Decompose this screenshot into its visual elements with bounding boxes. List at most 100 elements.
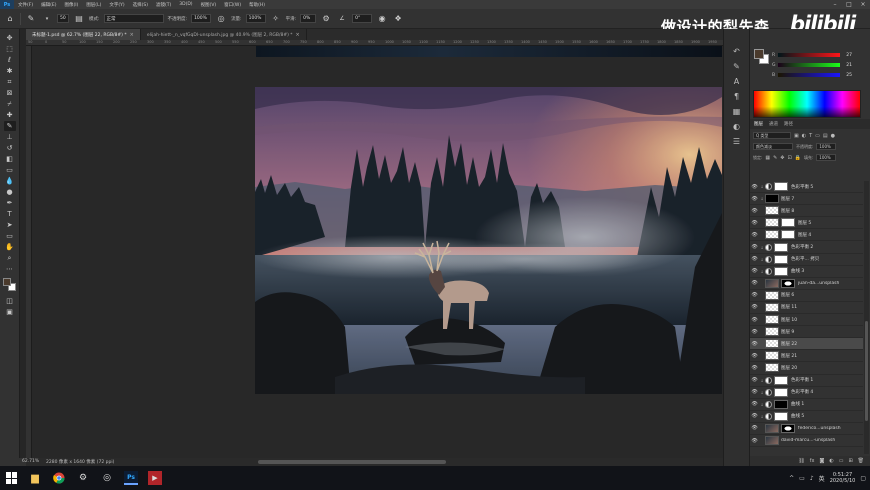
layer-name[interactable]: 图层 7 [781, 196, 794, 202]
photoshop-taskbar-icon[interactable]: Ps [124, 471, 138, 485]
layer-row[interactable]: 👁 图层 5 [750, 217, 863, 230]
menu-item[interactable]: 文件(F) [14, 2, 37, 8]
flow-field[interactable]: 100% [245, 14, 266, 23]
menu-item[interactable]: 图像(I) [60, 2, 82, 8]
marquee-tool-icon[interactable]: ⬚ [4, 44, 16, 54]
layer-name[interactable]: 图层 21 [781, 353, 797, 359]
layer-name[interactable]: 图层 8 [781, 208, 794, 214]
layer-name[interactable]: federico...unsplash [798, 426, 841, 431]
adjustment-layer-icon[interactable] [765, 255, 772, 263]
eye-icon[interactable]: 👁 [750, 292, 759, 298]
properties-icon[interactable]: ☰ [730, 135, 744, 147]
close-icon[interactable]: × [296, 32, 300, 38]
media-player-icon[interactable]: ▶ [148, 471, 162, 485]
foreground-color[interactable] [754, 49, 764, 59]
layer-row[interactable]: 👁 图层 10 [750, 314, 863, 327]
paragraph-icon[interactable]: ¶ [730, 90, 744, 102]
opacity-field[interactable]: 100% [191, 14, 212, 23]
add-mask-icon[interactable]: ◙ [819, 458, 824, 464]
color-spectrum[interactable] [753, 90, 861, 118]
red-slider[interactable]: R 27 [772, 51, 868, 59]
close-icon[interactable]: × [856, 0, 870, 9]
slider-value[interactable]: 21 [842, 63, 852, 68]
layers-list[interactable]: 👁 ↓ 色彩平衡 5 👁 ↓ 图层 7 👁 图层 8 👁 图层 5 👁 图层 4 👁 ↓ 色彩平衡 2 👁 ↓ 色… [750, 181, 863, 454]
menu-item[interactable]: 3D(D) [175, 2, 196, 8]
eye-icon[interactable]: 👁 [750, 184, 759, 190]
layer-thumbnail[interactable] [765, 436, 779, 446]
windows-start-icon[interactable] [6, 472, 18, 484]
close-icon[interactable]: × [130, 32, 134, 38]
layer-mask-thumbnail[interactable] [774, 266, 788, 276]
clock[interactable]: 0:51:27 2020/5/10 [830, 472, 856, 485]
layer-name[interactable]: 色彩平衡 1 [791, 377, 813, 383]
pixel-filter-icon[interactable]: ▣ [794, 133, 799, 139]
eye-icon[interactable]: 👁 [750, 196, 759, 202]
layer-name[interactable]: 图层 4 [798, 232, 811, 238]
layer-name[interactable]: 图层 5 [798, 220, 811, 226]
dodge-tool-icon[interactable]: ● [4, 187, 16, 197]
mode-select[interactable]: 正常 [103, 14, 164, 23]
layer-row[interactable]: 👁 david-marcu...-unsplash [750, 435, 863, 448]
new-layer-icon[interactable]: ⊞ [848, 458, 852, 464]
blur-tool-icon[interactable]: 💧 [4, 176, 16, 186]
layer-name[interactable]: 曲线 1 [791, 401, 804, 407]
document-info[interactable]: 2280 像素 x 1640 像素 (72 ppi) [46, 459, 114, 465]
trash-icon[interactable]: 🗑 [858, 458, 864, 464]
scroll-thumb[interactable] [865, 321, 868, 421]
zoom-tool-icon[interactable]: ⌕ [4, 253, 16, 263]
layer-thumbnail[interactable] [765, 290, 779, 300]
pressure-opacity-icon[interactable]: ◎ [215, 13, 227, 25]
layer-row[interactable]: 👁 ↓ 曲线 1 [750, 399, 863, 411]
layer-mask-thumbnail[interactable] [781, 230, 795, 240]
gear-icon[interactable]: ⚙ [320, 13, 332, 25]
layer-mask-thumbnail[interactable] [781, 278, 795, 288]
layer-thumbnail[interactable] [765, 230, 779, 240]
eye-icon[interactable]: 👁 [750, 377, 759, 383]
tab-document-2[interactable]: elijah-hiett-_n_vqfGqDl-unsplash.jpg @ 4… [141, 29, 307, 40]
eye-icon[interactable]: 👁 [750, 425, 759, 431]
layer-mask-thumbnail[interactable] [774, 411, 788, 421]
layer-thumbnail[interactable] [765, 339, 779, 349]
eraser-tool-icon[interactable]: ◧ [4, 154, 16, 164]
frame-tool-icon[interactable]: ⊠ [4, 88, 16, 98]
eye-icon[interactable]: 👁 [750, 329, 759, 335]
type-tool-icon[interactable]: T [4, 209, 16, 219]
notification-icon[interactable]: ▢ [860, 475, 866, 482]
brush-presets-icon[interactable]: ✎ [730, 60, 744, 72]
clone-stamp-tool-icon[interactable]: ⊥ [4, 132, 16, 142]
layer-mask-thumbnail[interactable] [774, 182, 788, 192]
layer-name[interactable]: 图层 10 [781, 317, 797, 323]
history-icon[interactable]: ↶ [730, 45, 744, 57]
layer-row[interactable]: 👁 图层 22 [750, 338, 863, 351]
layer-thumbnail[interactable] [765, 218, 779, 228]
color-swatches[interactable] [2, 278, 17, 292]
angle-icon[interactable]: ∠ [336, 13, 348, 25]
adjustment-layer-icon[interactable] [765, 243, 772, 251]
layer-row[interactable]: 👁 图层 9 [750, 326, 863, 339]
adjustment-layer-icon[interactable]: ◐ [829, 458, 833, 464]
move-tool-icon[interactable]: ✥ [4, 33, 16, 43]
eye-icon[interactable]: 👁 [750, 268, 759, 274]
lock-artboard-icon[interactable]: ⊡ [788, 155, 792, 161]
file-explorer-icon[interactable]: ▆ [28, 471, 42, 485]
layer-name[interactable]: 图层 22 [781, 341, 797, 347]
history-brush-tool-icon[interactable]: ↺ [4, 143, 16, 153]
layer-mask-thumbnail[interactable] [774, 375, 788, 385]
lock-icon[interactable]: 🔒 [795, 155, 801, 161]
layer-mask-thumbnail[interactable] [774, 254, 788, 264]
horizontal-scrollbar[interactable] [26, 458, 723, 466]
ime-indicator[interactable]: 英 [819, 474, 825, 483]
screen-mode-icon[interactable]: ▣ [4, 307, 16, 317]
eye-icon[interactable]: 👁 [750, 220, 759, 226]
layer-thumbnail[interactable] [765, 302, 779, 312]
eye-icon[interactable]: 👁 [750, 280, 759, 286]
menu-item[interactable]: 视图(V) [197, 2, 221, 8]
layer-name[interactable]: 图层 9 [781, 329, 794, 335]
fx-icon[interactable]: fx [810, 458, 815, 464]
eye-icon[interactable]: 👁 [750, 389, 759, 395]
adjustment-layer-icon[interactable] [765, 400, 772, 408]
layer-row[interactable]: 👁 图层 20 [750, 362, 863, 375]
layer-name[interactable]: 图层 20 [781, 365, 797, 371]
adjustment-layer-icon[interactable] [765, 376, 772, 384]
layer-thumbnail[interactable] [765, 206, 779, 216]
